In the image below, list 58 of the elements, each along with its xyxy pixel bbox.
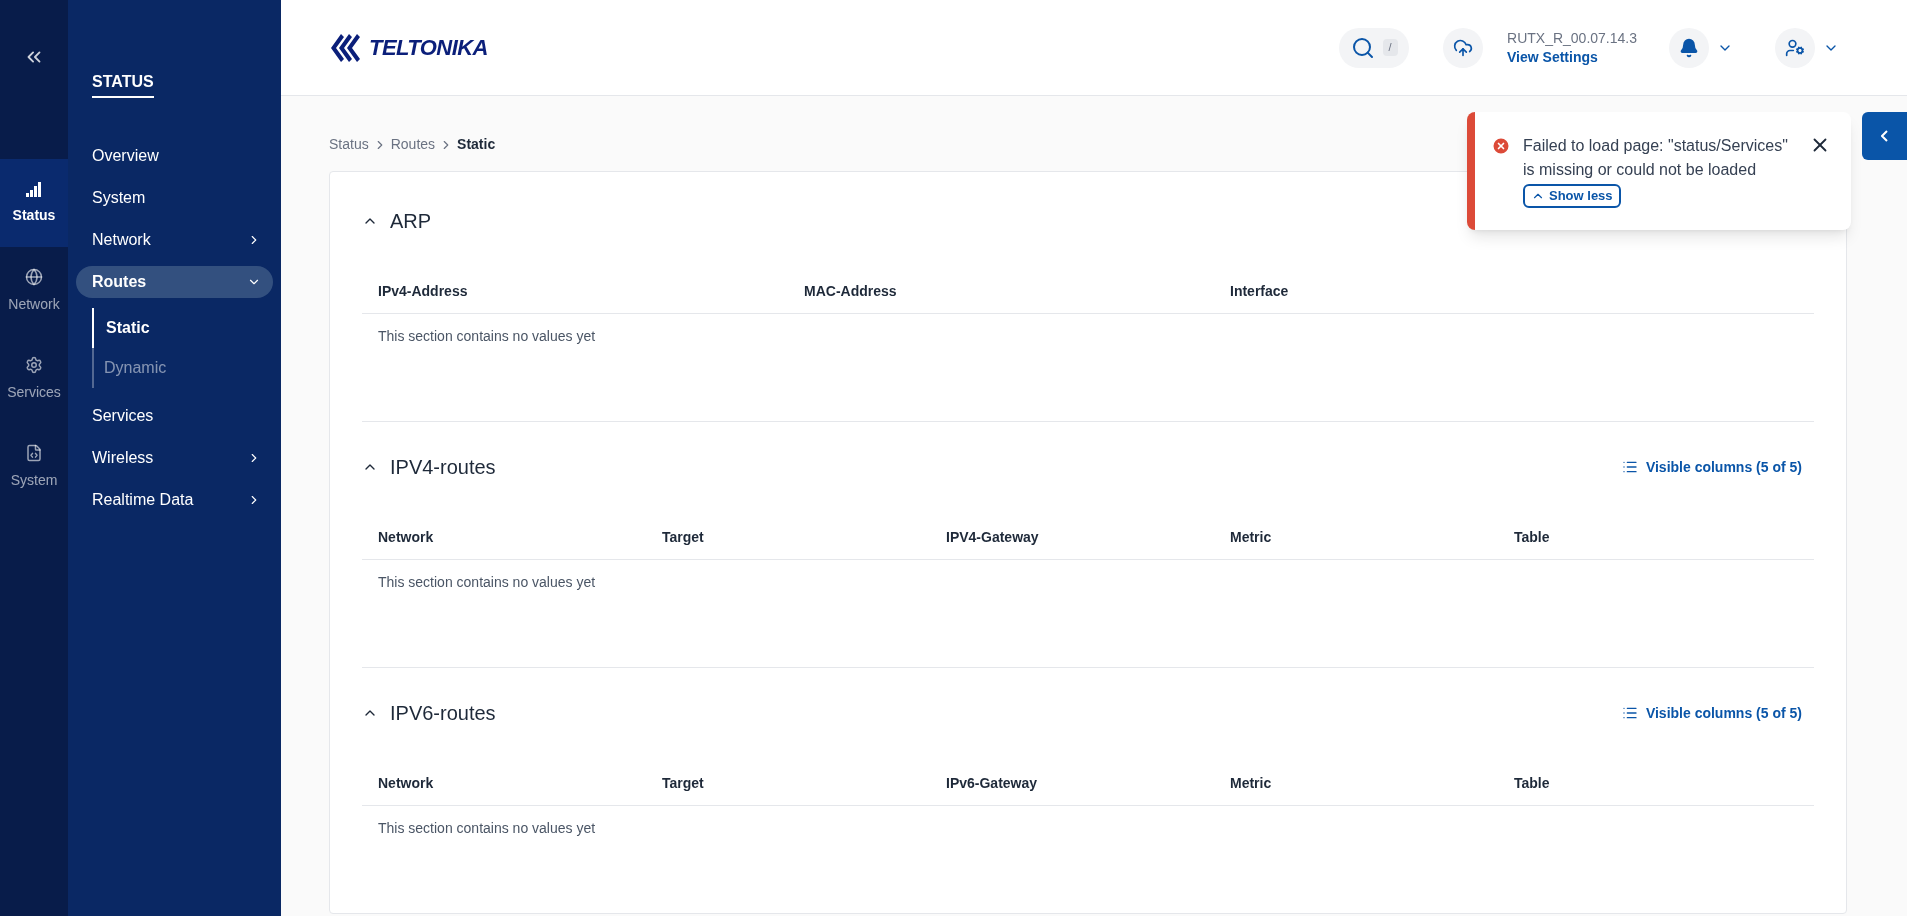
- empty-message: This section contains no values yet: [377, 327, 597, 346]
- visible-columns-button[interactable]: Visible columns (5 of 5): [1621, 456, 1802, 478]
- side-panel-toggle[interactable]: [1862, 112, 1907, 160]
- list-icon: [1621, 459, 1638, 475]
- section-toggle[interactable]: IPV6-routes: [362, 698, 496, 728]
- cloud-upload-icon: [1453, 37, 1474, 58]
- empty-message: This section contains no values yet: [377, 819, 597, 838]
- nav-item[interactable]: Wireless: [76, 442, 273, 474]
- column-header: Network: [378, 775, 434, 791]
- search-icon: [1350, 35, 1375, 60]
- section-toggle[interactable]: ARP: [362, 206, 432, 236]
- rail-item[interactable]: Status: [0, 159, 68, 247]
- signal-icon: [25, 180, 43, 197]
- shortcut-key: /: [1382, 39, 1398, 56]
- nav-item[interactable]: Overview: [76, 140, 273, 172]
- settings-icon: [25, 355, 43, 374]
- show-less-button[interactable]: Show less: [1523, 184, 1621, 208]
- column-header: IPV4-Gateway: [946, 529, 1039, 545]
- bell-icon: [1679, 37, 1699, 58]
- nav-title: STATUS: [92, 70, 154, 98]
- breadcrumb-item[interactable]: Status: [329, 134, 369, 155]
- column-header: Network: [378, 529, 434, 545]
- file-code-icon: [25, 443, 43, 462]
- column-header: IPv6-Gateway: [946, 775, 1038, 791]
- column-header: MAC-Address: [804, 283, 897, 299]
- breadcrumb-item: Static: [457, 135, 496, 154]
- column-header: Metric: [1230, 529, 1272, 545]
- empty-message: This section contains no values yet: [377, 573, 597, 592]
- column-header: IPv4-Address: [378, 283, 468, 299]
- user-gear-icon: [1785, 37, 1805, 58]
- nav-item[interactable]: Realtime Data: [76, 484, 273, 516]
- visible-columns-button[interactable]: Visible columns (5 of 5): [1621, 702, 1802, 724]
- breadcrumb-item[interactable]: Routes: [390, 134, 436, 155]
- rail-item[interactable]: Network: [0, 247, 68, 335]
- nav-item[interactable]: Network: [76, 224, 273, 256]
- column-header: Table: [1514, 775, 1550, 791]
- firmware-version: RUTX_R_00.07.14.3: [1507, 28, 1637, 48]
- rail-item[interactable]: Services: [0, 335, 68, 423]
- nav-item[interactable]: System: [76, 182, 273, 214]
- column-header: Table: [1514, 529, 1550, 545]
- logo: TELTONIKA: [329, 31, 488, 64]
- nav-item[interactable]: Services: [76, 400, 273, 432]
- view-settings-link[interactable]: View Settings: [1507, 47, 1637, 67]
- column-header: Interface: [1230, 283, 1289, 299]
- nav-subitem[interactable]: Dynamic: [92, 348, 273, 388]
- search-button[interactable]: /: [1339, 27, 1410, 68]
- section-toggle[interactable]: IPV4-routes: [362, 452, 496, 482]
- list-icon: [1621, 705, 1638, 721]
- nav-item[interactable]: Routes: [76, 266, 273, 298]
- column-header: Target: [662, 775, 704, 791]
- column-header: Target: [662, 529, 704, 545]
- error-icon: [1491, 136, 1511, 156]
- chevron-left-icon: [1881, 130, 1888, 142]
- nav-subitem[interactable]: Static: [92, 308, 273, 348]
- column-header: Metric: [1230, 775, 1272, 791]
- rail-item[interactable]: System: [0, 423, 68, 511]
- error-message: Failed to load page: "status/Services" is missing or could not be loaded: [1523, 136, 1789, 180]
- globe-icon: [25, 267, 43, 286]
